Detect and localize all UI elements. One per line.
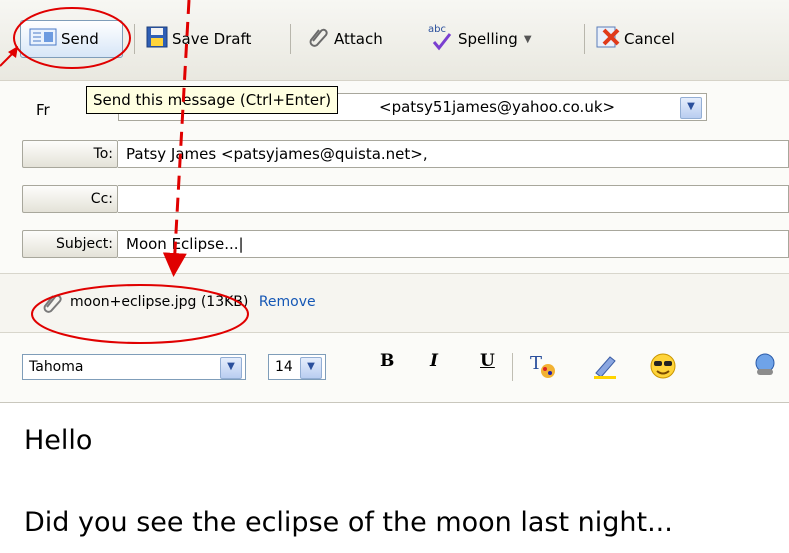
chevron-down-icon[interactable]: ▼ bbox=[680, 97, 702, 119]
body-text: Did you see the eclipse of the moon last… bbox=[24, 507, 673, 538]
formatting-toolbar: Tahoma ▼ 14 ▼ B I U T bbox=[0, 339, 789, 395]
compose-header-form: Fr <patsy51james@yahoo.co.uk> ▼ Send thi… bbox=[0, 81, 789, 402]
chevron-down-icon: ▼ bbox=[523, 33, 532, 45]
spellcheck-icon: abc bbox=[428, 24, 454, 52]
paperclip-icon bbox=[40, 291, 64, 319]
compose-toolbar: Send Save Draft Attach abc Spelling ▼ Ca… bbox=[0, 0, 789, 81]
highlight-icon[interactable] bbox=[590, 351, 620, 385]
toolbar-divider bbox=[134, 24, 135, 54]
subject-button[interactable]: Subject: bbox=[22, 230, 118, 258]
save-draft-button[interactable]: Save Draft bbox=[146, 20, 251, 58]
attachment-filename: moon+eclipse.jpg bbox=[70, 294, 197, 310]
font-size-value: 14 bbox=[275, 359, 293, 375]
font-family-select[interactable]: Tahoma ▼ bbox=[22, 354, 246, 380]
spelling-button[interactable]: abc Spelling ▼ bbox=[428, 20, 532, 58]
from-label: Fr bbox=[36, 101, 50, 119]
cc-button[interactable]: Cc: bbox=[22, 185, 118, 213]
attachment-row: moon+eclipse.jpg (13KB) Remove bbox=[0, 273, 789, 333]
attach-label: Attach bbox=[334, 30, 383, 48]
chevron-down-icon[interactable]: ▼ bbox=[300, 357, 322, 379]
insert-link-icon[interactable] bbox=[750, 351, 780, 385]
subject-row: Subject: Moon Eclipse...| bbox=[0, 227, 789, 261]
font-family-value: Tahoma bbox=[29, 359, 84, 375]
to-field[interactable]: Patsy James <patsyjames@quista.net>, bbox=[118, 140, 789, 168]
remove-attachment-link[interactable]: Remove bbox=[259, 294, 316, 310]
cancel-icon bbox=[594, 24, 620, 54]
underline-button[interactable]: U bbox=[480, 351, 495, 371]
from-value: <patsy51james@yahoo.co.uk> bbox=[379, 98, 616, 116]
floppy-disk-icon bbox=[146, 26, 168, 52]
cc-field[interactable] bbox=[118, 185, 789, 213]
spelling-label: Spelling bbox=[458, 30, 518, 48]
italic-button[interactable]: I bbox=[430, 351, 438, 371]
message-body-editor[interactable]: Hello Did you see the eclipse of the moo… bbox=[0, 402, 789, 553]
cancel-label: Cancel bbox=[624, 30, 675, 48]
text-color-icon[interactable]: T bbox=[528, 351, 558, 385]
paperclip-icon bbox=[306, 25, 330, 53]
to-button[interactable]: To: bbox=[22, 140, 118, 168]
toolbar-divider bbox=[290, 24, 291, 54]
toolbar-divider bbox=[512, 353, 513, 381]
toolbar-divider bbox=[584, 24, 585, 54]
send-label: Send bbox=[61, 30, 99, 48]
font-size-select[interactable]: 14 ▼ bbox=[268, 354, 326, 380]
send-icon bbox=[29, 28, 57, 50]
attachment-info: moon+eclipse.jpg (13KB) Remove bbox=[70, 294, 316, 310]
subject-field[interactable]: Moon Eclipse...| bbox=[118, 230, 789, 258]
body-greeting: Hello bbox=[24, 425, 93, 456]
to-row: To: Patsy James <patsyjames@quista.net>, bbox=[0, 137, 789, 171]
attach-button[interactable]: Attach bbox=[306, 20, 383, 58]
bold-button[interactable]: B bbox=[380, 351, 394, 371]
send-tooltip: Send this message (Ctrl+Enter) bbox=[86, 86, 339, 114]
cc-row: Cc: bbox=[0, 182, 789, 216]
emoticon-icon[interactable] bbox=[648, 351, 678, 385]
from-row: Fr <patsy51james@yahoo.co.uk> ▼ Send thi… bbox=[0, 81, 789, 129]
send-button[interactable]: Send bbox=[20, 20, 123, 58]
svg-text:T: T bbox=[530, 353, 542, 374]
chevron-down-icon[interactable]: ▼ bbox=[220, 357, 242, 379]
save-draft-label: Save Draft bbox=[172, 30, 252, 48]
cancel-button[interactable]: Cancel bbox=[594, 20, 675, 58]
attachment-size: (13KB) bbox=[200, 294, 249, 310]
